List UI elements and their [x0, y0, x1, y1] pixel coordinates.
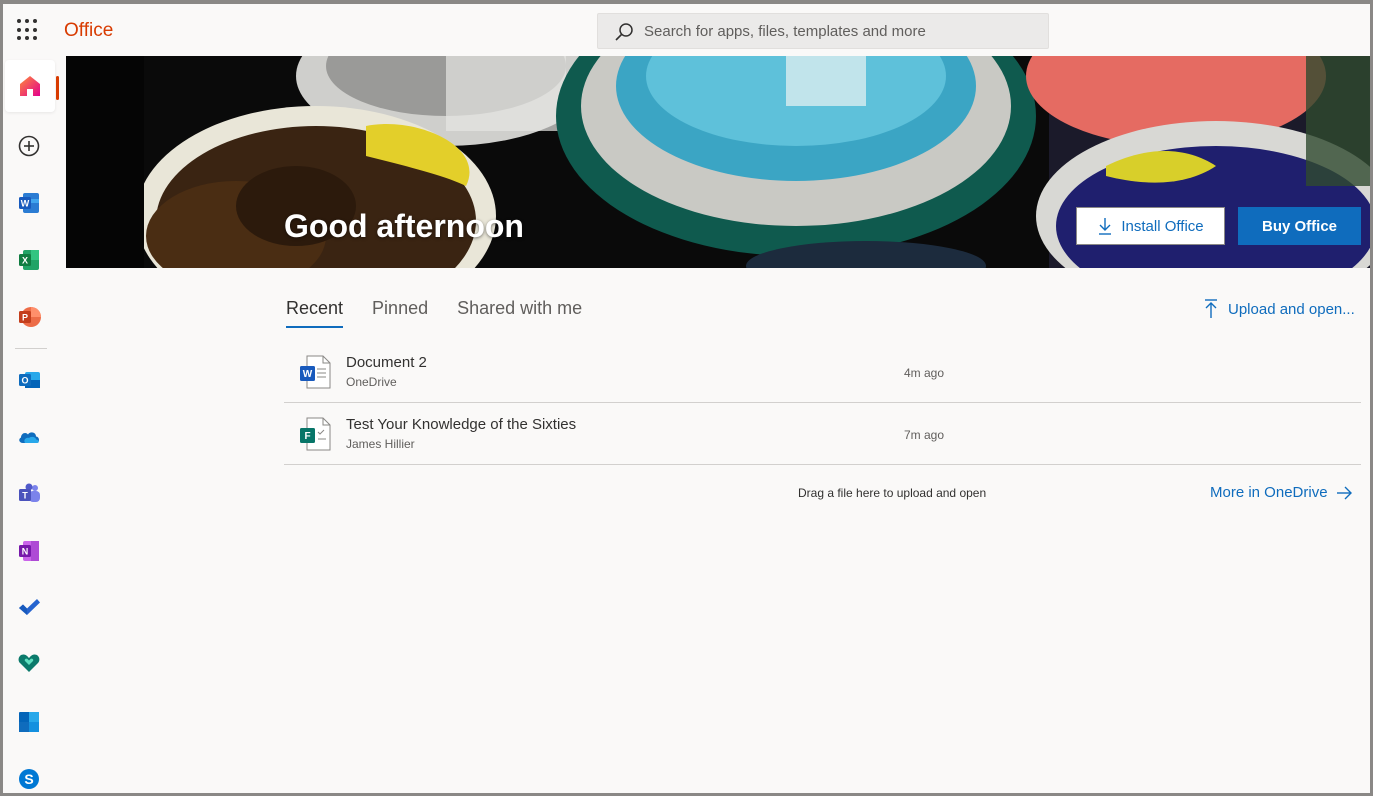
rail-powerpoint[interactable]: P	[3, 291, 55, 343]
rail-outlook[interactable]: O	[3, 354, 55, 406]
forms-document-icon: F	[300, 417, 331, 451]
teams-icon: T	[19, 483, 40, 502]
app-launcher-waffle-icon[interactable]	[17, 19, 39, 41]
rail-divider	[15, 348, 47, 349]
onenote-icon: N	[19, 541, 39, 561]
rail-excel[interactable]: X	[3, 234, 55, 286]
tab-pinned[interactable]: Pinned	[372, 298, 428, 328]
svg-text:P: P	[22, 313, 28, 323]
skype-icon: S	[19, 769, 39, 789]
file-name: Test Your Knowledge of the Sixties	[346, 416, 577, 433]
install-office-button[interactable]: Install Office	[1076, 207, 1225, 245]
calendar-icon	[19, 712, 39, 732]
rail-skype[interactable]: S	[3, 753, 55, 796]
rail-calendar[interactable]	[3, 696, 55, 748]
rail-word[interactable]: W	[3, 177, 55, 229]
upload-and-open-link[interactable]: Upload and open...	[1203, 299, 1355, 319]
word-document-icon: W	[300, 355, 331, 389]
svg-text:W: W	[303, 369, 313, 380]
svg-text:X: X	[22, 256, 28, 266]
office-brand[interactable]: Office	[64, 20, 113, 42]
more-in-onedrive-label: More in OneDrive	[1210, 484, 1328, 501]
more-in-onedrive-link[interactable]: More in OneDrive	[1210, 484, 1352, 501]
file-location: OneDrive	[346, 375, 397, 389]
rail-onedrive[interactable]	[3, 411, 55, 463]
drag-upload-hint: Drag a file here to upload and open	[798, 486, 987, 500]
excel-icon: X	[19, 250, 39, 270]
todo-check-icon	[19, 599, 40, 615]
upload-icon	[1205, 299, 1217, 318]
file-modified-time: 7m ago	[904, 428, 945, 442]
install-office-label: Install Office	[1121, 217, 1204, 235]
upload-and-open-label: Upload and open...	[1228, 300, 1355, 318]
recent-files-list: W Document 2 OneDrive 4m ago F Test Your…	[284, 341, 1361, 465]
powerpoint-icon: P	[19, 307, 41, 327]
rail-teams[interactable]: T	[3, 468, 55, 520]
file-row[interactable]: W Document 2 OneDrive 4m ago	[284, 341, 1361, 403]
top-bar: Office	[3, 4, 1370, 56]
download-icon	[1099, 218, 1112, 235]
svg-text:T: T	[22, 491, 28, 501]
arrow-right-icon	[1336, 486, 1352, 499]
file-name: Document 2	[346, 354, 427, 371]
buy-office-button[interactable]: Buy Office	[1238, 207, 1361, 245]
rail-home[interactable]	[5, 60, 55, 112]
file-location: James Hillier	[346, 437, 415, 451]
svg-text:N: N	[22, 547, 29, 557]
app-rail: W X P O T N S	[3, 56, 55, 793]
file-modified-time: 4m ago	[904, 366, 945, 380]
rail-todo[interactable]	[3, 582, 55, 634]
search-box[interactable]	[597, 13, 1049, 49]
svg-text:F: F	[304, 431, 310, 442]
search-input[interactable]	[644, 14, 1034, 48]
file-row[interactable]: F Test Your Knowledge of the Sixties Jam…	[284, 403, 1361, 465]
svg-text:W: W	[21, 199, 30, 209]
hero-banner: Good afternoon Install Office Buy Office	[66, 56, 1370, 268]
family-safety-heart-icon	[18, 654, 40, 672]
add-circle-icon	[18, 135, 40, 157]
file-tabs: Recent Pinned Shared with me	[286, 298, 582, 328]
rail-create[interactable]	[3, 120, 55, 172]
rail-onenote[interactable]: N	[3, 525, 55, 577]
rail-active-indicator	[56, 76, 59, 100]
tab-recent[interactable]: Recent	[286, 298, 344, 328]
onedrive-icon	[19, 432, 40, 443]
search-icon	[615, 23, 633, 41]
svg-text:O: O	[21, 376, 28, 386]
word-icon: W	[19, 193, 39, 213]
svg-text:S: S	[24, 771, 33, 787]
outlook-icon: O	[19, 372, 40, 388]
rail-family-safety[interactable]	[3, 637, 55, 689]
home-icon	[20, 76, 40, 96]
tab-shared-with-me[interactable]: Shared with me	[457, 298, 582, 328]
greeting-heading: Good afternoon	[284, 208, 524, 244]
